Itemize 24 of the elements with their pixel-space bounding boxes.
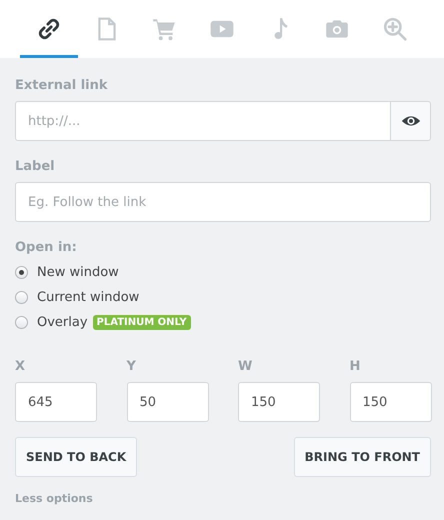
- coordinate-input-field[interactable]: 150: [238, 382, 320, 422]
- field-label: Label: [15, 159, 56, 174]
- coordinate-input-field[interactable]: 645: [15, 382, 97, 422]
- order-button[interactable]: BRING TO FRONT: [294, 437, 431, 477]
- radio-label[interactable]: New window: [37, 264, 119, 280]
- coordinate-label: H: [350, 359, 362, 374]
- radio-label[interactable]: Overlay: [37, 314, 88, 330]
- coordinate-label: Y: [126, 359, 137, 374]
- field-label: External link: [15, 78, 109, 93]
- preview-button[interactable]: [391, 101, 431, 141]
- coordinate-input-field[interactable]: 50: [126, 382, 208, 422]
- radio-button[interactable]: [15, 266, 28, 278]
- field-label: Open in:: [15, 240, 78, 255]
- label-input-field[interactable]: Eg. Follow the link: [15, 182, 431, 222]
- coordinate-label: W: [238, 359, 254, 374]
- coordinate-label: X: [15, 359, 26, 374]
- radio-button[interactable]: [15, 290, 28, 304]
- radio-button[interactable]: [15, 316, 28, 328]
- zoom-in-icon: [382, 16, 408, 42]
- url-input-field[interactable]: http://...: [15, 101, 391, 141]
- plan-badge: PLATINUM ONLY: [92, 314, 191, 330]
- order-button[interactable]: SEND TO BACK: [15, 437, 138, 477]
- radio-label[interactable]: Current window: [37, 290, 140, 304]
- coordinate-input-field[interactable]: 150: [350, 382, 432, 422]
